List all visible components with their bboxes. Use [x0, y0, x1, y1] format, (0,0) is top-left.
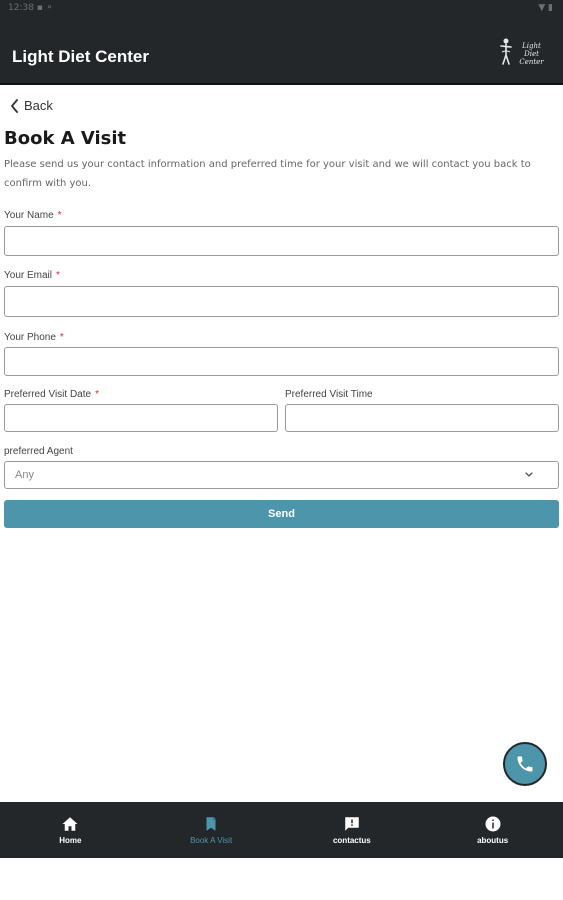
logo-text-line2: Center: [519, 58, 544, 66]
chevron-left-icon: [11, 98, 18, 113]
app-bar: Light Diet Center Light Diet Center: [0, 18, 563, 85]
status-bar: 12:38 ▪ ⚬ ▼ ▮: [0, 0, 563, 18]
phone-icon: [517, 756, 533, 772]
chevron-down-icon: [525, 472, 533, 477]
system-area: [0, 858, 563, 900]
visit-time-label-text: Preferred Visit Time: [285, 389, 373, 400]
logo-text-line1: Light Diet: [522, 42, 541, 58]
email-label: Your Email *: [4, 270, 60, 281]
home-icon: [62, 817, 78, 831]
agent-select[interactable]: Any: [4, 461, 559, 489]
visit-date-label-text: Preferred Visit Date: [4, 389, 92, 400]
required-marker: *: [95, 389, 99, 400]
required-marker: *: [56, 270, 60, 281]
bottom-nav: Home Book A Visit contactus aboutus: [0, 802, 563, 858]
back-label: Back: [24, 98, 53, 113]
agent-label: preferred Agent: [4, 446, 73, 457]
agent-selected-value: Any: [15, 469, 34, 481]
info-icon: [485, 816, 501, 832]
visit-time-input[interactable]: [285, 404, 559, 432]
app-bar-divider: [0, 83, 563, 85]
name-input[interactable]: [4, 226, 559, 256]
brand-logo: Light Diet Center: [499, 38, 549, 66]
status-icons: ▼ ▮: [538, 3, 553, 13]
send-button[interactable]: Send: [4, 500, 559, 528]
chat-icon: [345, 817, 359, 831]
nav-label-aboutus: aboutus: [477, 836, 509, 845]
phone-input[interactable]: [4, 347, 559, 376]
nav-label-book-a-visit: Book A Visit: [190, 836, 233, 845]
nav-item-book-a-visit[interactable]: Book A Visit: [141, 802, 282, 858]
nav-item-contactus[interactable]: contactus: [282, 802, 423, 858]
visit-date-label: Preferred Visit Date *: [4, 389, 99, 400]
page-title: Book A Visit: [4, 128, 127, 149]
visit-date-input[interactable]: [4, 404, 278, 432]
email-label-text: Your Email: [4, 270, 52, 281]
app-title: Light Diet Center: [12, 47, 149, 66]
bookmark-icon: [206, 817, 217, 831]
back-button[interactable]: Back: [10, 98, 53, 113]
logo-text: Light Diet Center: [514, 42, 549, 66]
name-label-text: Your Name: [4, 210, 54, 221]
name-label: Your Name *: [4, 210, 62, 221]
phone-label: Your Phone *: [4, 332, 64, 343]
required-marker: *: [59, 332, 64, 343]
nav-label-contactus: contactus: [332, 836, 371, 845]
call-button[interactable]: [503, 742, 547, 786]
page-intro: Please send us your contact information …: [4, 159, 531, 189]
nav-item-home[interactable]: Home: [0, 802, 141, 858]
required-marker: *: [57, 210, 62, 221]
email-input[interactable]: [4, 286, 559, 317]
phone-label-text: Your Phone: [4, 332, 56, 343]
status-time: 12:38 ▪ ⚬: [8, 3, 54, 13]
logo-figure-icon: [500, 38, 512, 65]
nav-item-aboutus[interactable]: aboutus: [422, 802, 563, 858]
visit-time-label: Preferred Visit Time: [285, 389, 373, 400]
nav-label-home: Home: [59, 836, 82, 845]
